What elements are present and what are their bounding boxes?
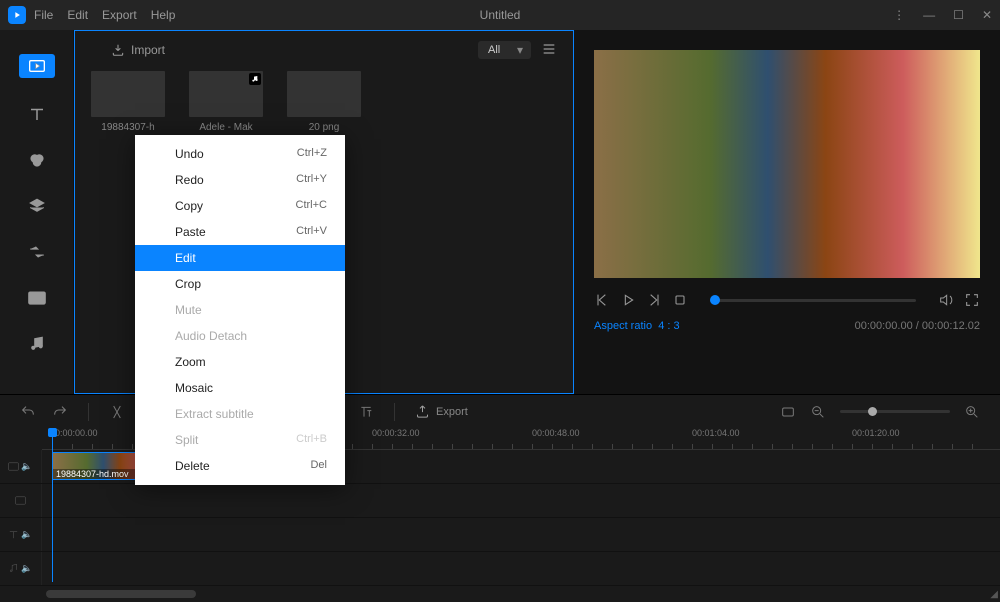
- thumb-name: Adele - Mak: [189, 122, 263, 133]
- media-thumbs: 19884307-h Adele - Mak 20 png: [75, 69, 573, 135]
- fit-icon[interactable]: [780, 404, 796, 420]
- timecode: 00:00:00.00 / 00:00:12.02: [855, 320, 980, 332]
- context-item-extract-subtitle: Extract subtitle: [135, 401, 345, 427]
- context-item-split: SplitCtrl+B: [135, 427, 345, 453]
- preview-footer: Aspect ratio 4 : 3 00:00:00.00 / 00:00:1…: [594, 316, 980, 332]
- title-bar: File Edit Export Help Untitled ⋮ — ☐ ✕: [0, 0, 1000, 30]
- track-header[interactable]: 🔈: [0, 518, 42, 551]
- volume-icon[interactable]: [938, 292, 954, 308]
- thumb-name: 19884307-h: [91, 122, 165, 133]
- zoom-in-icon[interactable]: [964, 404, 980, 420]
- preview-panel: Aspect ratio 4 : 3 00:00:00.00 / 00:00:1…: [574, 30, 1000, 394]
- next-frame-icon[interactable]: [646, 292, 662, 308]
- ruler-tick: 00:00:32.00: [372, 428, 420, 438]
- thumb-name: 20 png: [287, 122, 361, 133]
- text-tab-icon[interactable]: [27, 104, 47, 124]
- overlays-tab-icon[interactable]: [27, 196, 47, 216]
- zoom-controls: [780, 404, 980, 420]
- zoom-out-icon[interactable]: [810, 404, 826, 420]
- ruler-tick: 00:00:48.00: [532, 428, 580, 438]
- track-header[interactable]: [0, 484, 42, 517]
- app-logo-icon: [8, 6, 26, 24]
- context-item-paste[interactable]: PasteCtrl+V: [135, 219, 345, 245]
- fullscreen-icon[interactable]: [964, 292, 980, 308]
- audio-badge-icon: [249, 73, 261, 85]
- media-thumb[interactable]: 20 png: [287, 71, 361, 133]
- transitions-tab-icon[interactable]: [27, 242, 47, 262]
- resize-handle-icon[interactable]: ◢: [990, 589, 998, 600]
- import-button[interactable]: Import: [111, 43, 165, 57]
- video-track-2[interactable]: [0, 484, 1000, 518]
- audio-tab-icon[interactable]: [27, 334, 47, 354]
- menu-edit[interactable]: Edit: [67, 8, 88, 22]
- preview-canvas[interactable]: [594, 50, 980, 278]
- playhead[interactable]: [52, 428, 53, 582]
- maximize-icon[interactable]: ☐: [953, 8, 964, 22]
- track-header[interactable]: 🔈: [0, 552, 42, 585]
- menu-file[interactable]: File: [34, 8, 53, 22]
- aspect-ratio[interactable]: Aspect ratio 4 : 3: [594, 320, 680, 332]
- context-item-edit[interactable]: Edit: [135, 245, 345, 271]
- menu-export[interactable]: Export: [102, 8, 137, 22]
- ruler-tick: 00:00:00.00: [50, 428, 98, 438]
- context-item-zoom[interactable]: Zoom: [135, 349, 345, 375]
- split-icon[interactable]: [109, 404, 125, 420]
- undo-icon[interactable]: [20, 404, 36, 420]
- close-icon[interactable]: ✕: [982, 8, 992, 22]
- ruler-tick: 00:01:04.00: [692, 428, 740, 438]
- context-item-mute: Mute: [135, 297, 345, 323]
- play-icon[interactable]: [620, 292, 636, 308]
- stop-icon[interactable]: [672, 292, 688, 308]
- prev-frame-icon[interactable]: [594, 292, 610, 308]
- library-filter: All: [478, 41, 557, 59]
- context-item-crop[interactable]: Crop: [135, 271, 345, 297]
- export-button[interactable]: Export: [415, 404, 468, 419]
- context-item-undo[interactable]: UndoCtrl+Z: [135, 141, 345, 167]
- media-tab-icon[interactable]: [19, 54, 55, 78]
- filter-select[interactable]: All: [478, 41, 531, 59]
- playback-controls: [594, 278, 980, 316]
- playback-slider[interactable]: [710, 299, 916, 302]
- view-list-icon[interactable]: [541, 42, 557, 59]
- context-item-audio-detach: Audio Detach: [135, 323, 345, 349]
- track-header[interactable]: 🔈: [0, 450, 42, 483]
- timeline-scrollbar[interactable]: [46, 590, 990, 598]
- text-track[interactable]: 🔈: [0, 518, 1000, 552]
- media-thumb[interactable]: 19884307-h: [91, 71, 165, 133]
- minimize-icon[interactable]: —: [923, 8, 935, 22]
- filters-tab-icon[interactable]: [27, 150, 47, 170]
- audio-track[interactable]: 🔈: [0, 552, 1000, 586]
- text-tool-icon[interactable]: [358, 404, 374, 420]
- menu-help[interactable]: Help: [151, 8, 176, 22]
- redo-icon[interactable]: [52, 404, 68, 420]
- context-item-mosaic[interactable]: Mosaic: [135, 375, 345, 401]
- more-icon[interactable]: ⋮: [893, 8, 905, 22]
- left-toolbar: [0, 30, 74, 394]
- context-menu: UndoCtrl+ZRedoCtrl+YCopyCtrl+CPasteCtrl+…: [135, 135, 345, 485]
- media-thumb[interactable]: Adele - Mak: [189, 71, 263, 133]
- zoom-slider[interactable]: [840, 410, 950, 413]
- main-menu: File Edit Export Help: [34, 8, 175, 22]
- elements-tab-icon[interactable]: [27, 288, 47, 308]
- library-header: Import All: [75, 31, 573, 69]
- context-item-copy[interactable]: CopyCtrl+C: [135, 193, 345, 219]
- context-item-delete[interactable]: DeleteDel: [135, 453, 345, 479]
- window-controls: ⋮ — ☐ ✕: [893, 8, 992, 22]
- ruler-tick: 00:01:20.00: [852, 428, 900, 438]
- import-label: Import: [131, 43, 165, 57]
- context-item-redo[interactable]: RedoCtrl+Y: [135, 167, 345, 193]
- document-title: Untitled: [480, 8, 521, 22]
